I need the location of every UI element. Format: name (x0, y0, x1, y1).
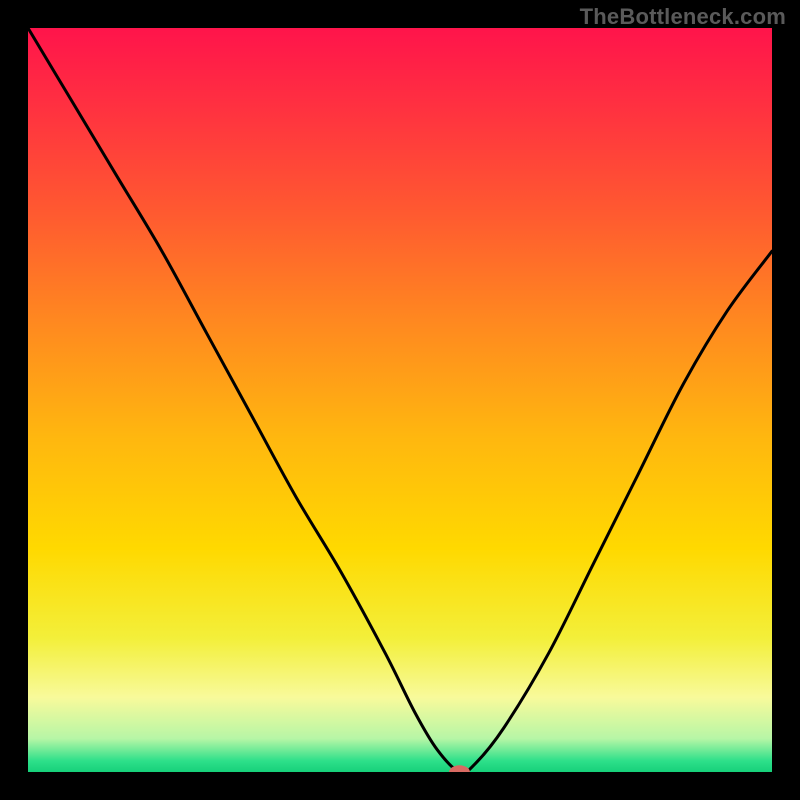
plot-svg (28, 28, 772, 772)
chart-frame: TheBottleneck.com (0, 0, 800, 800)
plot-background (28, 28, 772, 772)
bottleneck-plot (28, 28, 772, 772)
watermark-text: TheBottleneck.com (580, 4, 786, 30)
